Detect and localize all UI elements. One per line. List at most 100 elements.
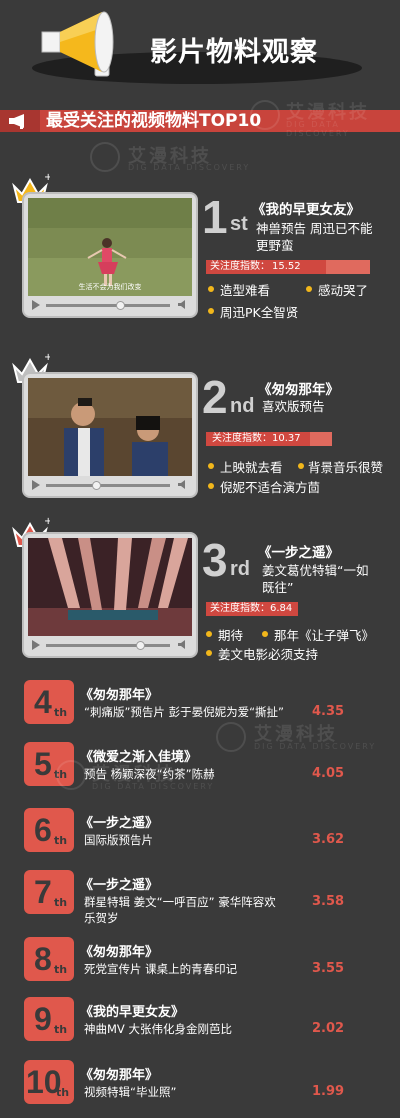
list-material-desc: 神曲MV 大张伟化身金刚芭比 — [84, 1022, 232, 1036]
comment-tag: 期待 — [218, 628, 244, 643]
material-desc: 神兽预告 周迅已不能 — [256, 221, 373, 236]
seek-handle[interactable] — [116, 301, 125, 310]
list-material-desc: 群星特辑 姜文“一呼百应” 豪华阵容欢 — [84, 895, 276, 909]
rank-number: 1 — [202, 191, 228, 243]
watermark-logo-icon — [90, 142, 120, 172]
rank-number: 4 — [34, 684, 52, 720]
page-title: 影片物料观察 — [150, 37, 318, 68]
bullet-dot — [298, 463, 304, 469]
bullet-dot — [208, 308, 214, 314]
rank-number: 6 — [34, 812, 52, 848]
rank-number: 3 — [202, 534, 228, 586]
bullet-dot — [306, 286, 312, 292]
rank-number: 2 — [202, 371, 228, 423]
thumbnail-image — [28, 378, 192, 476]
list-index-value: 3.62 — [312, 832, 345, 847]
rank-suffix: th — [54, 834, 68, 847]
index-label: 关注度指数： — [210, 261, 270, 272]
volume-icon[interactable] — [178, 640, 189, 649]
comment-tag: 姜文电影必须支持 — [218, 647, 319, 662]
svg-text:+: + — [44, 516, 50, 527]
movie-title: 《一步之遥》 — [258, 545, 339, 561]
list-material-desc: 视频特辑“毕业照” — [84, 1085, 177, 1099]
rank-suffix: th — [54, 963, 68, 976]
index-value: 15.52 — [272, 261, 301, 272]
rank-suffix: th — [54, 706, 68, 719]
watermark-subtext: DIG DATA DISCOVERY — [286, 120, 350, 138]
bullet-dot — [208, 286, 214, 292]
thumbnail-image — [28, 538, 192, 636]
watermark-logo-icon — [250, 100, 280, 130]
watermark-subtext: DIG DATA DISCOVERY — [254, 742, 377, 751]
megaphone-icon — [41, 11, 114, 77]
seek-bar[interactable] — [46, 484, 170, 487]
index-label: 关注度指数： — [212, 433, 272, 444]
list-material-desc: 乐贺岁 — [84, 911, 119, 925]
play-icon[interactable] — [32, 640, 40, 650]
list-material-desc: 国际版预告片 — [84, 833, 153, 847]
rank-suffix: th — [54, 1023, 68, 1036]
material-desc: 喜欢版预告 — [262, 399, 325, 414]
video-card-2[interactable] — [22, 372, 198, 498]
bullet-dot — [206, 631, 212, 637]
section-title: 最受关注的视频物料TOP10 — [46, 111, 262, 131]
list-movie-title: 《匆匆那年》 — [80, 945, 159, 960]
rank-suffix: nd — [230, 395, 255, 417]
material-desc: 姜文葛优特辑“一如 — [262, 563, 369, 578]
movie-title: 《我的早更女友》 — [252, 202, 360, 218]
watermark-subtext: DIG DATA DISCOVERY — [92, 782, 215, 791]
list-index-value: 4.05 — [312, 766, 345, 781]
watermark-logo-icon — [56, 760, 86, 790]
list-movie-title: 《一步之遥》 — [80, 816, 159, 831]
comment-tag: 那年《让子弹飞》 — [274, 628, 375, 643]
comment-tag: 感动哭了 — [318, 283, 369, 298]
comment-tag: 周迅PK全智贤 — [220, 305, 299, 320]
seek-handle[interactable] — [136, 641, 145, 650]
video-thumbnail[interactable] — [28, 538, 192, 636]
list-movie-title: 《匆匆那年》 — [80, 1068, 159, 1083]
seek-bar[interactable] — [46, 304, 170, 307]
list-index-value: 3.58 — [312, 894, 345, 909]
volume-icon[interactable] — [178, 300, 189, 309]
index-value: 10.37 — [272, 433, 301, 444]
video-subtitle: 生活不会为我们改变 — [78, 283, 142, 291]
rank-number: 9 — [34, 1001, 52, 1037]
bullet-dot — [208, 483, 214, 489]
list-movie-title: 《一步之遥》 — [80, 878, 159, 893]
seek-bar[interactable] — [46, 644, 170, 647]
comment-tag: 倪妮不适合演方茴 — [220, 480, 321, 495]
play-icon[interactable] — [32, 480, 40, 490]
rank-number: 8 — [34, 941, 52, 977]
material-desc: 更野蛮 — [256, 238, 294, 253]
rank-suffix: th — [54, 896, 68, 909]
seek-handle[interactable] — [92, 481, 101, 490]
index-label: 关注度指数： — [210, 603, 270, 614]
comment-tag: 背景音乐很赞 — [308, 460, 384, 475]
svg-text:+: + — [44, 352, 50, 363]
watermark-subtext: DIG DATA DISCOVERY — [128, 163, 251, 172]
rank-suffix: th — [56, 1086, 70, 1099]
list-material-desc: 死党宣传片 课桌上的青春印记 — [84, 962, 238, 976]
megaphone-small-icon — [9, 114, 24, 129]
video-thumbnail[interactable] — [28, 378, 192, 476]
material-desc: 既往” — [262, 580, 294, 595]
bullet-dot — [208, 463, 214, 469]
bullet-dot — [262, 631, 268, 637]
comment-tag: 上映就去看 — [220, 460, 283, 475]
video-card-1[interactable]: 生活不会为我们改变 — [22, 192, 198, 318]
list-index-value: 4.35 — [312, 704, 345, 719]
bullet-dot — [206, 650, 212, 656]
video-thumbnail[interactable]: 生活不会为我们改变 — [28, 198, 192, 296]
list-material-desc: “刺痛版”预告片 彭于晏倪妮为爱“撕扯” — [84, 705, 284, 719]
list-index-value: 3.55 — [312, 961, 345, 976]
list-index-value: 1.99 — [312, 1084, 345, 1099]
list-index-value: 2.02 — [312, 1021, 345, 1036]
watermark-logo-icon — [216, 722, 246, 752]
play-icon[interactable] — [32, 300, 40, 310]
video-card-3[interactable] — [22, 532, 198, 658]
rank-number: 5 — [34, 746, 52, 782]
list-movie-title: 《匆匆那年》 — [80, 688, 159, 703]
movie-title: 《匆匆那年》 — [258, 382, 339, 398]
volume-icon[interactable] — [178, 480, 189, 489]
comment-tag: 造型难看 — [220, 283, 271, 298]
